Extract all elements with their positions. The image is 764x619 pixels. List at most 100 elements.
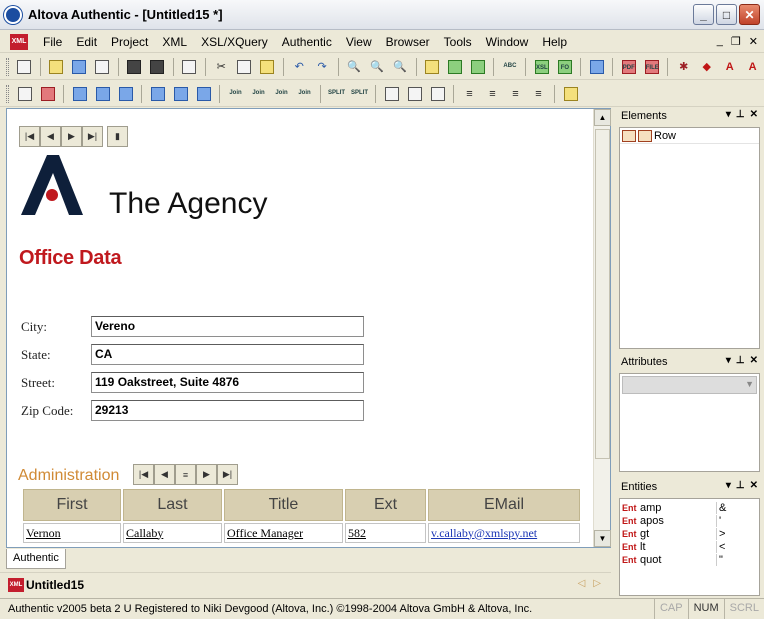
replace-icon[interactable]: 🔍 [390,56,411,77]
xsl-transform-icon[interactable]: XSL [531,56,552,77]
mdi-close-button[interactable]: ✕ [749,35,758,48]
undo-icon[interactable]: ↶ [289,56,310,77]
align-bottom-icon[interactable] [427,83,448,104]
list-item[interactable]: Ent gt > [620,527,759,540]
align-left-icon[interactable]: ≡ [459,83,480,104]
first-name-link[interactable]: Vernon [26,526,61,540]
city-field[interactable]: Vereno [91,316,364,337]
debug-icon[interactable]: ✱ [673,56,694,77]
document-icon[interactable]: XML [10,33,28,50]
menu-file[interactable]: File [36,35,69,49]
copy-icon[interactable] [234,56,255,77]
append-element-icon[interactable] [638,129,652,142]
first-row-button[interactable]: |◀ [133,464,154,485]
mdi-minimize-button[interactable]: _ [717,35,723,48]
chevron-down-icon[interactable]: ▼ [745,379,754,389]
menu-xsl-xquery[interactable]: XSL/XQuery [194,35,275,49]
join-above-icon[interactable]: Join [271,83,292,104]
append-column-icon[interactable] [147,83,168,104]
attribute-select[interactable]: ▼ [622,376,757,394]
text-a2-icon[interactable]: A [742,56,763,77]
new-icon[interactable] [14,56,35,77]
mdi-restore-button[interactable]: ❐ [731,35,741,48]
cut-icon[interactable]: ✂ [211,56,232,77]
toolbar-grip[interactable] [6,57,9,76]
toolbar-grip[interactable] [6,84,9,103]
cell-first[interactable]: Vernon [23,523,121,543]
previous-row-button[interactable]: ◀ [154,464,175,485]
insert-table-icon[interactable] [14,83,35,104]
last-row-button[interactable]: ▶| [217,464,238,485]
text-a-icon[interactable]: A [719,56,740,77]
panel-close-icon[interactable]: ✕ [750,355,758,366]
panel-pin-icon[interactable]: ⊥ [736,109,745,120]
last-record-button[interactable]: ▶| [82,126,103,147]
cell-last[interactable]: Callaby [123,523,222,543]
reload-icon[interactable] [92,56,113,77]
email-link[interactable]: v.callaby@xmlspy.net [431,526,537,540]
align-top-icon[interactable] [381,83,402,104]
goto-record-button[interactable]: ▮ [107,126,128,147]
next-record-button[interactable]: ▶ [61,126,82,147]
minimize-button[interactable]: _ [693,4,714,25]
paste-icon[interactable] [257,56,278,77]
tab-scroll-left-icon[interactable]: ◁ [578,578,586,589]
align-right-icon[interactable]: ≡ [505,83,526,104]
menu-browser[interactable]: Browser [379,35,437,49]
cell-ext[interactable]: 582 [345,523,426,543]
menu-tools[interactable]: Tools [437,35,479,49]
scroll-thumb[interactable] [595,129,610,459]
list-item[interactable]: Ent apos ' [620,514,759,527]
delete-column-icon[interactable] [193,83,214,104]
job-title-link[interactable]: Office Manager [227,526,303,540]
first-record-button[interactable]: |◀ [19,126,40,147]
open-icon[interactable] [46,56,67,77]
tab-untitled15[interactable]: XML Untitled15 [8,577,84,592]
menu-authentic[interactable]: Authentic [275,35,339,49]
join-right-icon[interactable]: Join [248,83,269,104]
save-all-icon[interactable] [147,56,168,77]
app-icon[interactable] [4,5,22,24]
menu-window[interactable]: Window [479,35,536,49]
validate-icon[interactable] [445,56,466,77]
align-center-icon[interactable]: ≡ [482,83,503,104]
pdf-icon[interactable]: PDF [618,56,639,77]
delete-row-icon[interactable] [115,83,136,104]
maximize-button[interactable]: □ [716,4,737,25]
find-next-icon[interactable]: 🔍 [367,56,388,77]
scroll-up-button[interactable]: ▲ [594,109,611,126]
menu-edit[interactable]: Edit [69,35,104,49]
menu-view[interactable]: View [339,35,379,49]
next-row-button[interactable]: ▶ [196,464,217,485]
append-row-icon[interactable] [69,83,90,104]
table-properties-icon[interactable] [560,83,581,104]
list-item[interactable]: Ent amp & [620,501,759,514]
align-middle-icon[interactable] [404,83,425,104]
tab-scroll-right-icon[interactable]: ▷ [593,578,601,589]
redo-icon[interactable]: ↷ [312,56,333,77]
insert-column-icon[interactable] [170,83,191,104]
previous-record-button[interactable]: ◀ [40,126,61,147]
save-icon[interactable] [124,56,145,77]
state-field[interactable]: CA [91,344,364,365]
panel-pin-icon[interactable]: ⊥ [736,480,745,491]
menu-project[interactable]: Project [104,35,155,49]
list-item[interactable]: Ent quot " [620,553,759,566]
menu-help[interactable]: Help [535,35,574,49]
panel-close-icon[interactable]: ✕ [750,109,758,120]
row-list-button[interactable]: ≡ [175,464,196,485]
cell-email[interactable]: v.callaby@xmlspy.net [428,523,580,543]
close-button[interactable]: ✕ [739,4,760,25]
list-item[interactable]: Row [620,128,759,144]
cell-title[interactable]: Office Manager [224,523,343,543]
tab-authentic[interactable]: Authentic [6,549,66,569]
list-item[interactable]: Ent lt < [620,540,759,553]
join-below-icon[interactable]: Join [294,83,315,104]
xslfo-transform-icon[interactable]: FO [554,56,575,77]
split-horizontal-icon[interactable]: SPLIT [326,83,347,104]
print-icon[interactable] [179,56,200,77]
panel-menu-icon[interactable]: ▾ [726,480,731,491]
delete-table-icon[interactable] [37,83,58,104]
toggle-icon[interactable] [467,56,488,77]
ext-link[interactable]: 582 [348,526,366,540]
